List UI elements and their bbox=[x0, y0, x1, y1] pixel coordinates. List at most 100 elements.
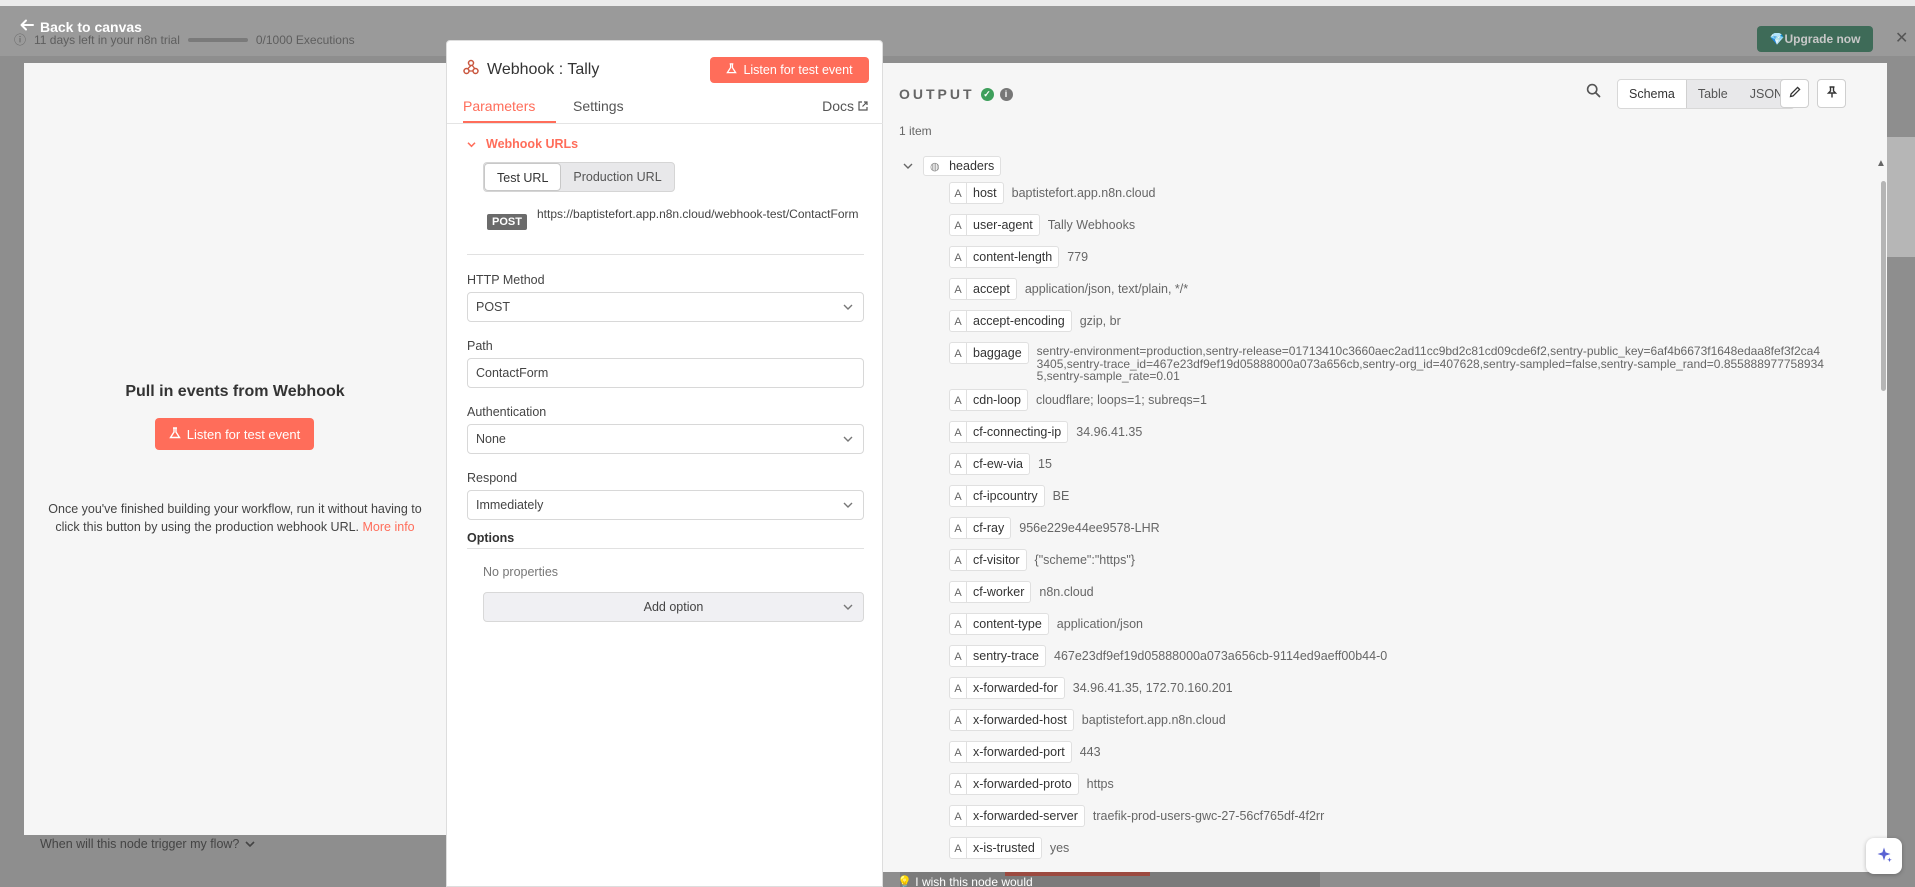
scroll-up-arrow[interactable]: ▲ bbox=[1876, 158, 1886, 169]
search-icon[interactable] bbox=[1586, 83, 1601, 101]
trigger-help-toggle[interactable]: When will this node trigger my flow? bbox=[40, 837, 255, 851]
node-parameters-panel: Webhook : Tally Listen for test event Pa… bbox=[446, 40, 884, 887]
tab-schema[interactable]: Schema bbox=[1618, 80, 1687, 108]
schema-field-key[interactable]: user-agent bbox=[967, 214, 1040, 236]
string-type-icon: A bbox=[949, 645, 967, 667]
schema-field-key[interactable]: x-forwarded-host bbox=[967, 709, 1074, 731]
tab-settings[interactable]: Settings bbox=[573, 98, 624, 114]
schema-field-key[interactable]: cf-ray bbox=[967, 517, 1012, 539]
flask-icon bbox=[726, 63, 738, 77]
chevron-down-icon bbox=[467, 137, 476, 151]
info-icon[interactable]: i bbox=[999, 87, 1013, 101]
schema-field-key[interactable]: host bbox=[967, 182, 1004, 204]
authentication-select[interactable]: None bbox=[467, 424, 864, 454]
schema-field-row[interactable]: Ax-forwarded-host baptistefort.app.n8n.cl… bbox=[949, 709, 1849, 731]
schema-field-row[interactable]: Ax-forwarded-server traefik-prod-users-gw… bbox=[949, 805, 1849, 827]
schema-field-key[interactable]: content-length bbox=[967, 246, 1060, 268]
string-type-icon: A bbox=[949, 549, 967, 571]
schema-field-value: {"scheme":"https"} bbox=[1034, 553, 1135, 567]
schema-field-row[interactable]: Ax-forwarded-for 34.96.41.35, 172.70.160.… bbox=[949, 677, 1849, 699]
executions-progress bbox=[187, 37, 248, 42]
schema-root-row[interactable]: ◍ headers bbox=[903, 156, 1002, 176]
schema-field-key[interactable]: x-forwarded-server bbox=[967, 805, 1085, 827]
pin-data-button[interactable] bbox=[1817, 79, 1846, 108]
schema-field-value: 443 bbox=[1079, 745, 1101, 759]
node-tabs: Parameters Settings Docs bbox=[447, 91, 884, 124]
add-option-button[interactable]: Add option bbox=[483, 592, 864, 622]
output-scrollbar[interactable] bbox=[1881, 181, 1886, 391]
schema-field-value: 467e23df9ef19d05888000a073a656cb-9114ed9… bbox=[1054, 649, 1388, 663]
pencil-icon bbox=[1789, 86, 1801, 101]
schema-field-key[interactable]: x-forwarded-for bbox=[967, 677, 1065, 699]
feedback-hint[interactable]: 💡 I wish this node would bbox=[897, 875, 1033, 887]
more-info-link[interactable]: More info bbox=[363, 520, 415, 534]
string-type-icon: A bbox=[949, 421, 967, 443]
schema-field-key[interactable]: x-forwarded-port bbox=[967, 741, 1072, 763]
node-title[interactable]: Webhook : Tally bbox=[487, 61, 599, 79]
schema-field-value: traefik-prod-users-gwc-27-56cf765df-4f2r… bbox=[1092, 809, 1325, 823]
schema-field-row[interactable]: Ax-is-trusted yes bbox=[949, 837, 1849, 859]
edit-output-button[interactable] bbox=[1780, 79, 1809, 108]
listen-test-event-button[interactable]: Listen for test event bbox=[155, 418, 314, 450]
schema-field-row[interactable]: Acf-connecting-ip 34.96.41.35 bbox=[949, 421, 1849, 443]
ai-assistant-button[interactable] bbox=[1866, 838, 1902, 874]
schema-field-key[interactable]: cf-ipcountry bbox=[967, 485, 1045, 507]
schema-field-row[interactable]: Abaggage sentry-environment=production,se… bbox=[949, 342, 1849, 383]
schema-field-row[interactable]: Ahost baptistefort.app.n8n.cloud bbox=[949, 182, 1849, 204]
tab-production-url[interactable]: Production URL bbox=[561, 163, 673, 191]
items-count: 1 item bbox=[899, 124, 932, 138]
schema-field-row[interactable]: Acdn-loop cloudflare; loops=1; subreqs=1 bbox=[949, 389, 1849, 411]
schema-field-row[interactable]: Auser-agent Tally Webhooks bbox=[949, 214, 1849, 236]
schema-field-key[interactable]: cdn-loop bbox=[967, 389, 1028, 411]
schema-field-key[interactable]: x-forwarded-proto bbox=[967, 773, 1079, 795]
chevron-down-icon bbox=[843, 593, 853, 621]
schema-field-value: gzip, br bbox=[1079, 314, 1121, 328]
tab-parameters[interactable]: Parameters bbox=[463, 98, 535, 114]
schema-field-key[interactable]: baggage bbox=[967, 342, 1029, 364]
schema-field-row[interactable]: Acf-ew-via 15 bbox=[949, 453, 1849, 475]
string-type-icon: A bbox=[949, 581, 967, 603]
schema-field-value: application/json, text/plain, */* bbox=[1024, 282, 1189, 296]
input-panel: Pull in events from Webhook Listen for t… bbox=[24, 63, 446, 851]
schema-field-key[interactable]: cf-worker bbox=[967, 581, 1032, 603]
path-input[interactable]: ContactForm bbox=[467, 358, 864, 388]
schema-field-row[interactable]: Ax-forwarded-proto https bbox=[949, 773, 1849, 795]
string-type-icon: A bbox=[949, 709, 967, 731]
schema-field-value: baptistefort.app.n8n.cloud bbox=[1081, 713, 1226, 727]
tab-test-url[interactable]: Test URL bbox=[484, 163, 562, 191]
docs-link[interactable]: Docs bbox=[822, 98, 868, 114]
schema-field-row[interactable]: Ax-forwarded-port 443 bbox=[949, 741, 1849, 763]
respond-select[interactable]: Immediately bbox=[467, 490, 864, 520]
schema-field-row[interactable]: Acf-visitor {"scheme":"https"} bbox=[949, 549, 1849, 571]
schema-field-key[interactable]: accept bbox=[967, 278, 1017, 300]
tab-table[interactable]: Table bbox=[1687, 80, 1739, 108]
string-type-icon: A bbox=[949, 246, 967, 268]
schema-field-key[interactable]: sentry-trace bbox=[967, 645, 1046, 667]
upgrade-button[interactable]: 💎Upgrade now bbox=[1757, 26, 1873, 52]
output-panel: OUTPUT ✓ i 1 item Schema Table JSON ◍ he… bbox=[883, 63, 1887, 872]
webhook-url[interactable]: https://baptistefort.app.n8n.cloud/webho… bbox=[537, 206, 867, 223]
no-properties-text: No properties bbox=[483, 565, 559, 579]
schema-field-row[interactable]: Acontent-type application/json bbox=[949, 613, 1849, 635]
schema-field-row[interactable]: Acf-ray 956e229e44ee9578-LHR bbox=[949, 517, 1849, 539]
schema-field-row[interactable]: Acontent-length 779 bbox=[949, 246, 1849, 268]
webhook-urls-toggle[interactable]: Webhook URLs bbox=[467, 137, 578, 151]
schema-field-key[interactable]: x-is-trusted bbox=[967, 837, 1042, 859]
schema-field-key[interactable]: accept-encoding bbox=[967, 310, 1072, 332]
schema-field-key[interactable]: cf-ew-via bbox=[967, 453, 1031, 475]
string-type-icon: A bbox=[949, 389, 967, 411]
schema-field-row[interactable]: Aaccept-encoding gzip, br bbox=[949, 310, 1849, 332]
schema-field-key[interactable]: cf-visitor bbox=[967, 549, 1027, 571]
listen-test-event-button-header[interactable]: Listen for test event bbox=[710, 57, 869, 83]
schema-field-value: baptistefort.app.n8n.cloud bbox=[1011, 186, 1156, 200]
schema-field-row[interactable]: Acf-ipcountry BE bbox=[949, 485, 1849, 507]
divider bbox=[467, 548, 864, 549]
schema-field-key[interactable]: content-type bbox=[967, 613, 1049, 635]
schema-field-row[interactable]: Acf-worker n8n.cloud bbox=[949, 581, 1849, 603]
close-icon[interactable]: ✕ bbox=[1895, 28, 1908, 48]
schema-field-row[interactable]: Asentry-trace 467e23df9ef19d05888000a073a… bbox=[949, 645, 1849, 667]
schema-field-row[interactable]: Aaccept application/json, text/plain, */* bbox=[949, 278, 1849, 300]
schema-field-key[interactable]: cf-connecting-ip bbox=[967, 421, 1069, 443]
back-to-canvas-link[interactable]: Back to canvas bbox=[20, 18, 142, 35]
http-method-select[interactable]: POST bbox=[467, 292, 864, 322]
